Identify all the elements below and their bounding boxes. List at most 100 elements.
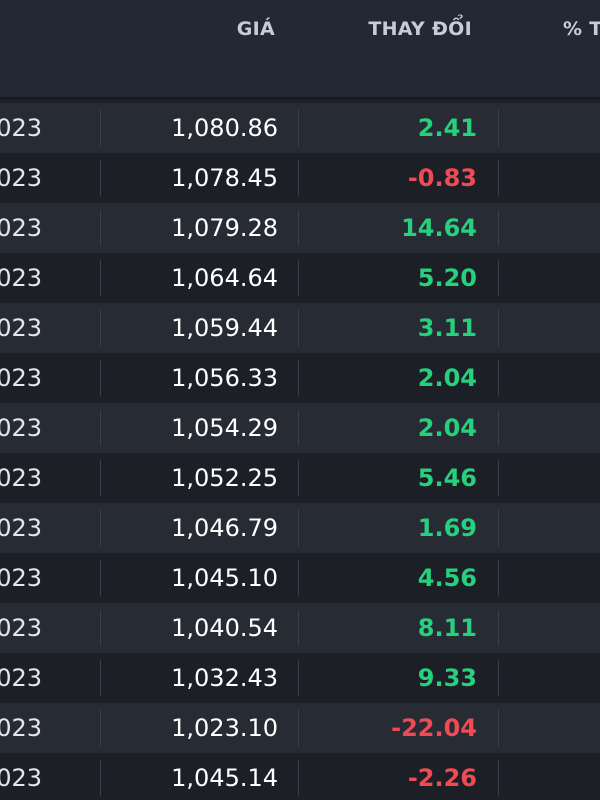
price-cell: 1,046.79 bbox=[171, 514, 278, 542]
column-divider bbox=[498, 460, 499, 496]
change-cell: -0.83 bbox=[407, 164, 477, 192]
date-cell: 2023 bbox=[0, 614, 42, 642]
column-divider bbox=[298, 510, 299, 546]
column-divider bbox=[498, 360, 499, 396]
column-divider bbox=[298, 710, 299, 746]
column-divider bbox=[298, 260, 299, 296]
column-divider bbox=[498, 260, 499, 296]
column-divider bbox=[498, 310, 499, 346]
change-cell: -2.26 bbox=[407, 764, 477, 792]
column-divider bbox=[100, 160, 101, 196]
price-cell: 1,045.14 bbox=[171, 764, 278, 792]
table-header: GIÁ THAY ĐỔI % T bbox=[0, 0, 600, 99]
change-cell: 3.11 bbox=[417, 314, 477, 342]
date-cell: 2023 bbox=[0, 664, 42, 692]
column-divider bbox=[100, 710, 101, 746]
column-divider bbox=[100, 560, 101, 596]
column-divider bbox=[100, 210, 101, 246]
column-header-change[interactable]: THAY ĐỔI bbox=[368, 18, 472, 40]
price-cell: 1,079.28 bbox=[171, 214, 278, 242]
table-row[interactable]: 2023 1,052.25 5.46 bbox=[0, 453, 600, 503]
change-cell: 2.04 bbox=[417, 364, 477, 392]
column-divider bbox=[498, 560, 499, 596]
date-cell: 2023 bbox=[0, 164, 42, 192]
date-cell: 2023 bbox=[0, 564, 42, 592]
column-divider bbox=[298, 210, 299, 246]
date-cell: 2023 bbox=[0, 764, 42, 792]
change-cell: 2.04 bbox=[417, 414, 477, 442]
price-cell: 1,023.10 bbox=[171, 714, 278, 742]
table-row[interactable]: 2023 1,064.64 5.20 bbox=[0, 253, 600, 303]
change-cell: 1.69 bbox=[417, 514, 477, 542]
table-row[interactable]: 2023 1,040.54 8.11 bbox=[0, 603, 600, 653]
change-cell: 14.64 bbox=[401, 214, 477, 242]
table-row[interactable]: 2023 1,054.29 2.04 bbox=[0, 403, 600, 453]
date-cell: 2023 bbox=[0, 514, 42, 542]
column-divider bbox=[298, 460, 299, 496]
column-divider bbox=[498, 660, 499, 696]
column-header-price[interactable]: GIÁ bbox=[237, 18, 275, 40]
column-divider bbox=[100, 510, 101, 546]
column-divider bbox=[298, 410, 299, 446]
price-cell: 1,078.45 bbox=[171, 164, 278, 192]
column-divider bbox=[100, 660, 101, 696]
date-cell: 2023 bbox=[0, 464, 42, 492]
column-divider bbox=[298, 660, 299, 696]
change-cell: 4.56 bbox=[417, 564, 477, 592]
price-cell: 1,052.25 bbox=[171, 464, 278, 492]
table-row[interactable]: 2023 1,059.44 3.11 bbox=[0, 303, 600, 353]
change-cell: 8.11 bbox=[417, 614, 477, 642]
price-cell: 1,056.33 bbox=[171, 364, 278, 392]
change-cell: 5.20 bbox=[417, 264, 477, 292]
table-row[interactable]: 2023 1,045.14 -2.26 bbox=[0, 753, 600, 800]
price-cell: 1,054.29 bbox=[171, 414, 278, 442]
price-cell: 1,064.64 bbox=[171, 264, 278, 292]
date-cell: 2023 bbox=[0, 714, 42, 742]
column-divider bbox=[100, 260, 101, 296]
price-cell: 1,059.44 bbox=[171, 314, 278, 342]
price-cell: 1,080.86 bbox=[171, 114, 278, 142]
change-cell: 5.46 bbox=[417, 464, 477, 492]
date-cell: 2023 bbox=[0, 364, 42, 392]
table-row[interactable]: 2023 1,023.10 -22.04 bbox=[0, 703, 600, 753]
price-cell: 1,040.54 bbox=[171, 614, 278, 642]
column-divider bbox=[498, 510, 499, 546]
column-divider bbox=[498, 160, 499, 196]
column-divider bbox=[498, 110, 499, 146]
change-cell: 2.41 bbox=[417, 114, 477, 142]
price-cell: 1,045.10 bbox=[171, 564, 278, 592]
date-cell: 2023 bbox=[0, 264, 42, 292]
column-divider bbox=[298, 360, 299, 396]
table-row[interactable]: 2023 1,045.10 4.56 bbox=[0, 553, 600, 603]
column-divider bbox=[298, 160, 299, 196]
table-body: 2023 1,080.86 2.41 2023 1,078.45 -0.83 2023 1,0… bbox=[0, 103, 600, 800]
table-row[interactable]: 2023 1,046.79 1.69 bbox=[0, 503, 600, 553]
date-cell: 2023 bbox=[0, 414, 42, 442]
column-divider bbox=[100, 410, 101, 446]
column-divider bbox=[100, 360, 101, 396]
column-divider bbox=[298, 110, 299, 146]
column-divider bbox=[498, 710, 499, 746]
table-row[interactable]: 2023 1,078.45 -0.83 bbox=[0, 153, 600, 203]
price-cell: 1,032.43 bbox=[171, 664, 278, 692]
column-divider bbox=[100, 310, 101, 346]
column-divider bbox=[100, 460, 101, 496]
date-cell: 2023 bbox=[0, 214, 42, 242]
table-row[interactable]: 2023 1,080.86 2.41 bbox=[0, 103, 600, 153]
column-divider bbox=[298, 560, 299, 596]
change-cell: 9.33 bbox=[417, 664, 477, 692]
column-divider bbox=[298, 610, 299, 646]
column-divider bbox=[298, 760, 299, 796]
column-divider bbox=[298, 310, 299, 346]
column-divider bbox=[498, 760, 499, 796]
price-history-table: GIÁ THAY ĐỔI % T 2023 1,080.86 2.41 2023 1,0… bbox=[0, 0, 600, 800]
date-cell: 2023 bbox=[0, 114, 42, 142]
date-cell: 2023 bbox=[0, 314, 42, 342]
column-header-percent-change[interactable]: % T bbox=[563, 18, 600, 40]
column-divider bbox=[498, 410, 499, 446]
table-row[interactable]: 2023 1,056.33 2.04 bbox=[0, 353, 600, 403]
table-row[interactable]: 2023 1,032.43 9.33 bbox=[0, 653, 600, 703]
column-divider bbox=[100, 760, 101, 796]
column-divider bbox=[498, 610, 499, 646]
table-row[interactable]: 2023 1,079.28 14.64 bbox=[0, 203, 600, 253]
